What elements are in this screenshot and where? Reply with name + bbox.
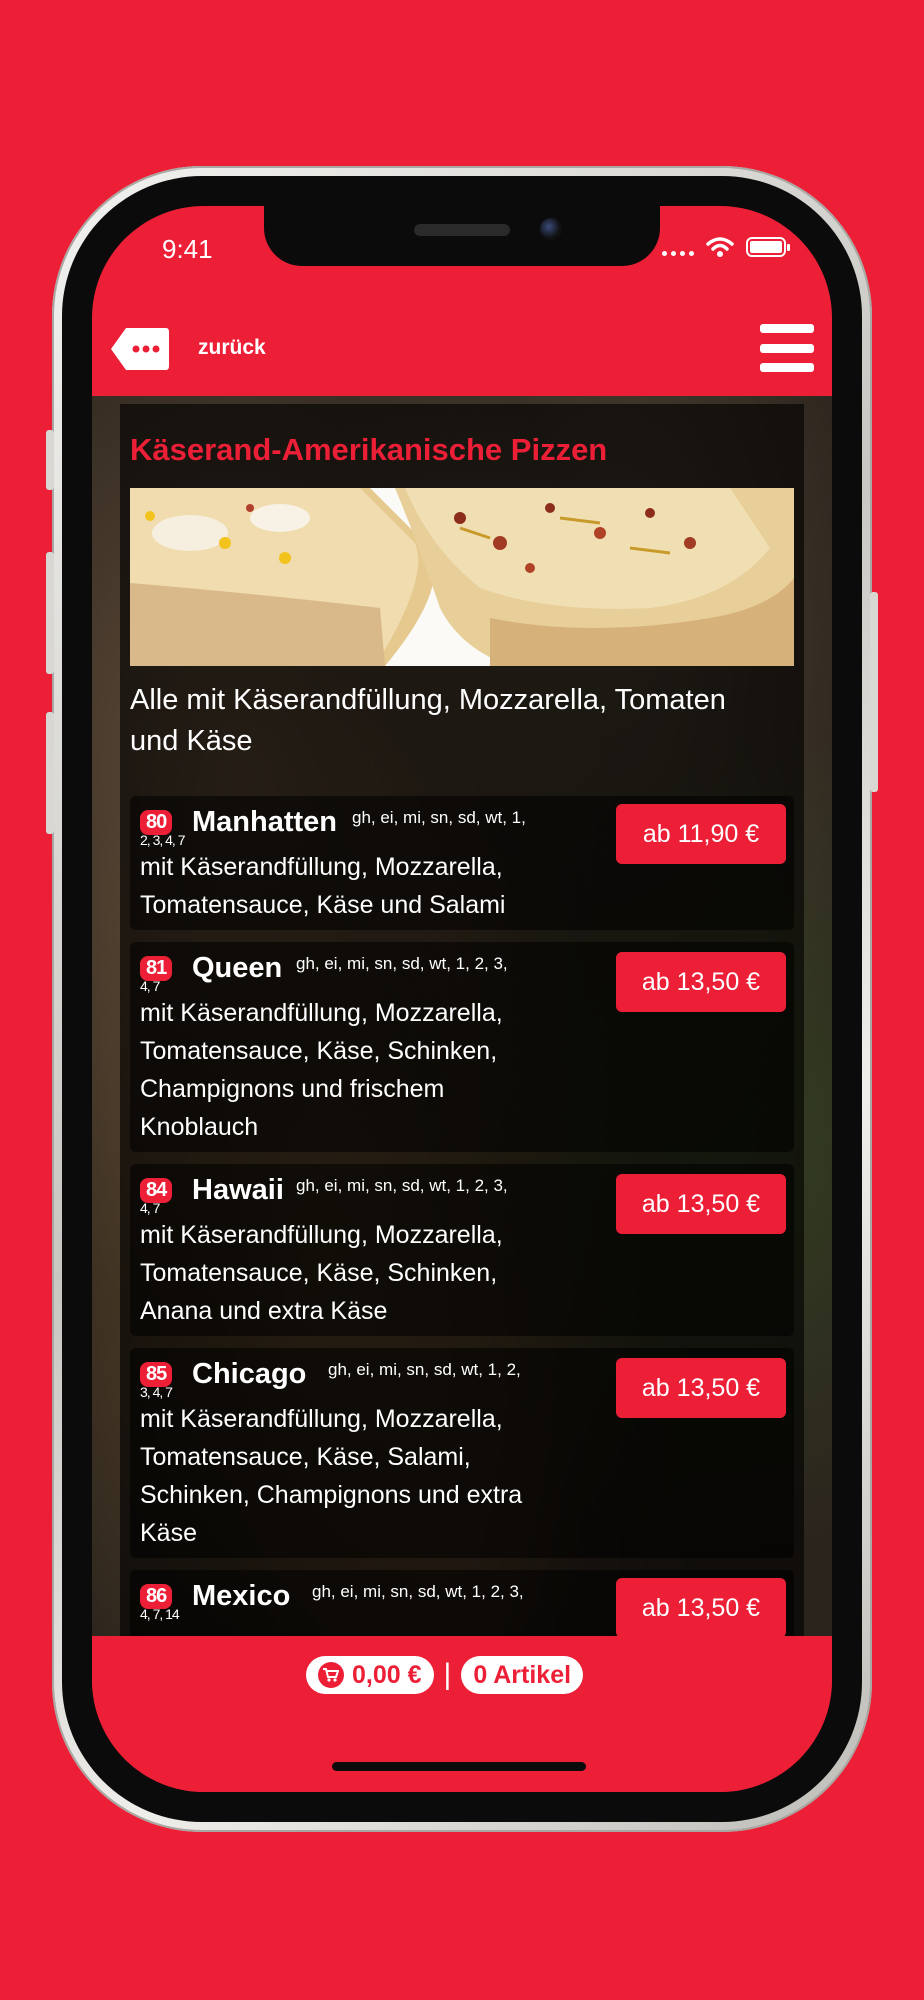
notch xyxy=(264,206,660,266)
footer-separator: | xyxy=(443,1658,452,1691)
screen: 9:41 zurück Käserand-Amerikanische Pizze… xyxy=(92,206,832,1792)
status-indicators xyxy=(662,236,790,258)
cart-summary[interactable]: 0,00 € | 0 Artikel xyxy=(306,1656,584,1694)
back-tag-icon[interactable] xyxy=(110,326,170,372)
category-panel: Käserand-Amerikanische Pizzen Alle mit K… xyxy=(120,404,804,1636)
cart-icon xyxy=(318,1662,344,1688)
item-name: Hawaii xyxy=(192,1174,284,1206)
item-description: mit Käserandfüllung, Mozzarella, Tomaten… xyxy=(140,853,506,919)
menu-item[interactable]: 86 4, 7, 14 Mexico gh, ei, mi, sn, sd, w… xyxy=(130,1570,794,1636)
mute-switch xyxy=(46,430,54,490)
cart-total-pill[interactable]: 0,00 € xyxy=(306,1656,434,1694)
article-count-pill[interactable]: 0 Artikel xyxy=(461,1656,584,1694)
item-allergens: gh, ei, mi, sn, sd, wt, 1, 2, 3, xyxy=(296,1176,508,1195)
item-name: Chicago xyxy=(192,1358,307,1390)
volume-down-button xyxy=(46,712,54,834)
price-button[interactable]: ab 13,50 € xyxy=(616,1578,786,1636)
menu-item[interactable]: 84 4, 7 Hawaii gh, ei, mi, sn, sd, wt, 1… xyxy=(130,1164,794,1336)
item-description: mit Käserandfüllung, Mozzarella, Tomaten… xyxy=(140,999,503,1141)
item-description: mit Käserandfüllung, Mozzarella, Tomaten… xyxy=(140,1405,523,1547)
item-additives: 3, 4, 7 xyxy=(140,1384,173,1400)
menu-item[interactable]: 81 4, 7 Queen gh, ei, mi, sn, sd, wt, 1,… xyxy=(130,942,794,1152)
wifi-icon xyxy=(706,237,734,257)
item-name: Manhatten xyxy=(192,806,337,838)
item-allergens: gh, ei, mi, sn, sd, wt, 1, xyxy=(352,808,526,827)
power-button xyxy=(870,592,878,792)
item-allergens: gh, ei, mi, sn, sd, wt, 1, 2, 3, xyxy=(296,954,508,973)
item-name: Queen xyxy=(192,952,283,984)
item-additives: 4, 7 xyxy=(140,978,160,994)
speaker xyxy=(414,224,510,236)
item-allergens: gh, ei, mi, sn, sd, wt, 1, 2, xyxy=(328,1360,521,1379)
category-title: Käserand-Amerikanische Pizzen xyxy=(130,432,608,467)
item-additives: 4, 7 xyxy=(140,1200,160,1216)
item-description: mit Käserandfüllung, Mozzarella, Tomaten… xyxy=(140,1221,503,1325)
item-additives: 2, 3, 4, 7 xyxy=(140,832,185,848)
hamburger-menu-icon[interactable] xyxy=(760,324,814,372)
menu-content[interactable]: Käserand-Amerikanische Pizzen Alle mit K… xyxy=(92,396,832,1636)
item-name: Mexico xyxy=(192,1580,291,1612)
back-label[interactable]: zurück xyxy=(198,336,266,360)
price-button[interactable]: ab 13,50 € xyxy=(616,1358,786,1418)
battery-icon xyxy=(746,237,790,257)
item-additives: 4, 7, 14 xyxy=(140,1606,180,1622)
menu-item[interactable]: 85 3, 4, 7 Chicago gh, ei, mi, sn, sd, w… xyxy=(130,1348,794,1558)
price-button[interactable]: ab 13,50 € xyxy=(616,1174,786,1234)
status-time: 9:41 xyxy=(162,234,213,264)
price-button[interactable]: ab 13,50 € xyxy=(616,952,786,1012)
home-indicator[interactable] xyxy=(332,1762,586,1771)
signal-icon xyxy=(662,238,694,256)
app-header: zurück xyxy=(92,286,832,396)
category-description: Alle mit Käserandfüllung, Mozzarella, To… xyxy=(130,684,726,757)
front-camera xyxy=(540,218,562,240)
article-count: 0 Artikel xyxy=(473,1660,572,1689)
price-button[interactable]: ab 11,90 € xyxy=(616,804,786,864)
cart-total: 0,00 € xyxy=(352,1660,422,1689)
volume-up-button xyxy=(46,552,54,674)
menu-item[interactable]: 80 2, 3, 4, 7 Manhatten gh, ei, mi, sn, … xyxy=(130,796,794,930)
item-allergens: gh, ei, mi, sn, sd, wt, 1, 2, 3, xyxy=(312,1582,524,1601)
category-image xyxy=(130,488,794,666)
